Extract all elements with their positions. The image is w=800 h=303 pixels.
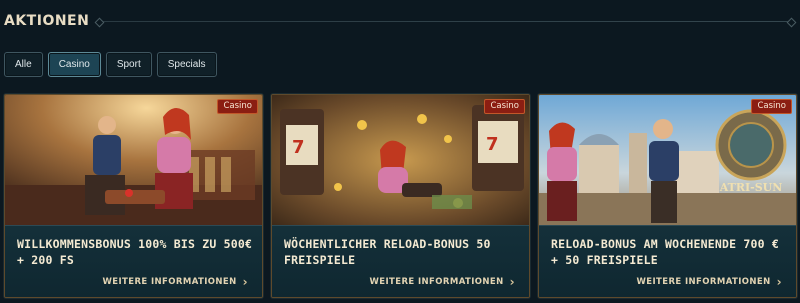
category-badge: Casino (751, 99, 792, 114)
more-info-link[interactable]: WEITERE INFORMATIONEN › (369, 275, 515, 289)
promo-image-welcome: Casino (5, 95, 262, 225)
atri-sun-logo: ATRI-SUN (719, 181, 783, 194)
promo-card-welcome[interactable]: Casino WILLKOMMENSBONUS 100% BIS ZU 500€… (4, 94, 263, 298)
category-badge: Casino (484, 99, 525, 114)
promo-body: WILLKOMMENSBONUS 100% BIS ZU 500€ + 200 … (5, 225, 262, 297)
more-info-link[interactable]: WEITERE INFORMATIONEN › (102, 275, 248, 289)
filter-sport-button[interactable]: Sport (105, 52, 152, 77)
promo-body: RELOAD-BONUS AM WOCHENENDE 700 € + 50 FR… (539, 225, 796, 297)
svg-text:7: 7 (486, 134, 499, 155)
section-header: AKTIONEN (4, 10, 796, 32)
chevron-right-icon: › (242, 275, 248, 289)
promo-title: WILLKOMMENSBONUS 100% BIS ZU 500€ + 200 … (17, 237, 253, 267)
more-info-label: WEITERE INFORMATIONEN (636, 277, 771, 287)
category-badge: Casino (217, 99, 258, 114)
header-divider (99, 20, 792, 22)
promo-body: WÖCHENTLICHER RELOAD-BONUS 50 FREISPIELE… (272, 225, 529, 297)
more-info-label: WEITERE INFORMATIONEN (369, 277, 504, 287)
page-title: AKTIONEN (4, 13, 90, 29)
chevron-right-icon: › (509, 275, 515, 289)
promo-card-weekend-reload[interactable]: ATRI-SUN Casino RELOAD-BONUS AM WOCHENEN… (538, 94, 797, 298)
promotions-list: Casino WILLKOMMENSBONUS 100% BIS ZU 500€… (4, 94, 797, 298)
svg-text:7: 7 (292, 137, 305, 158)
filter-casino-button[interactable]: Casino (47, 52, 101, 77)
filter-all-button[interactable]: Alle (4, 52, 43, 77)
promo-card-weekly-reload[interactable]: 7 7 Casino WÖCHENTLICHER RELOAD-BONUS 50… (271, 94, 530, 298)
more-info-link[interactable]: WEITERE INFORMATIONEN › (636, 275, 782, 289)
more-info-label: WEITERE INFORMATIONEN (102, 277, 237, 287)
promo-title: RELOAD-BONUS AM WOCHENENDE 700 € + 50 FR… (551, 237, 779, 267)
promo-image-weekly-reload: 7 7 Casino (272, 95, 529, 225)
chevron-right-icon: › (776, 275, 782, 289)
promo-image-weekend-reload: ATRI-SUN Casino (539, 95, 796, 225)
filter-bar: Alle Casino Sport Specials (4, 52, 217, 77)
filter-specials-button[interactable]: Specials (156, 52, 217, 77)
promo-title: WÖCHENTLICHER RELOAD-BONUS 50 FREISPIELE (284, 237, 491, 267)
